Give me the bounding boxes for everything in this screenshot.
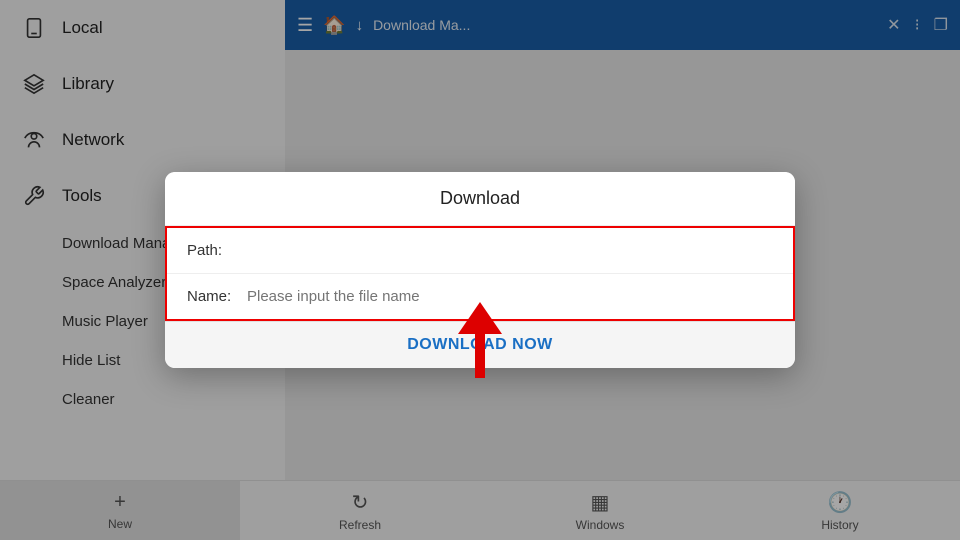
name-label: Name:	[187, 288, 247, 305]
dialog-footer: DOWNLOAD NOW	[165, 321, 795, 368]
name-input[interactable]	[247, 288, 773, 305]
path-input[interactable]	[247, 242, 773, 259]
path-label: Path:	[187, 242, 247, 259]
path-field: Path:	[167, 228, 793, 274]
modal-overlay: Download Path: Name: DOWNLOAD NOW	[0, 0, 960, 540]
name-field: Name:	[167, 274, 793, 319]
dialog-title: Download	[165, 172, 795, 226]
dialog-body: Path: Name:	[165, 226, 795, 321]
download-dialog: Download Path: Name: DOWNLOAD NOW	[165, 172, 795, 368]
download-now-button[interactable]: DOWNLOAD NOW	[407, 336, 553, 354]
